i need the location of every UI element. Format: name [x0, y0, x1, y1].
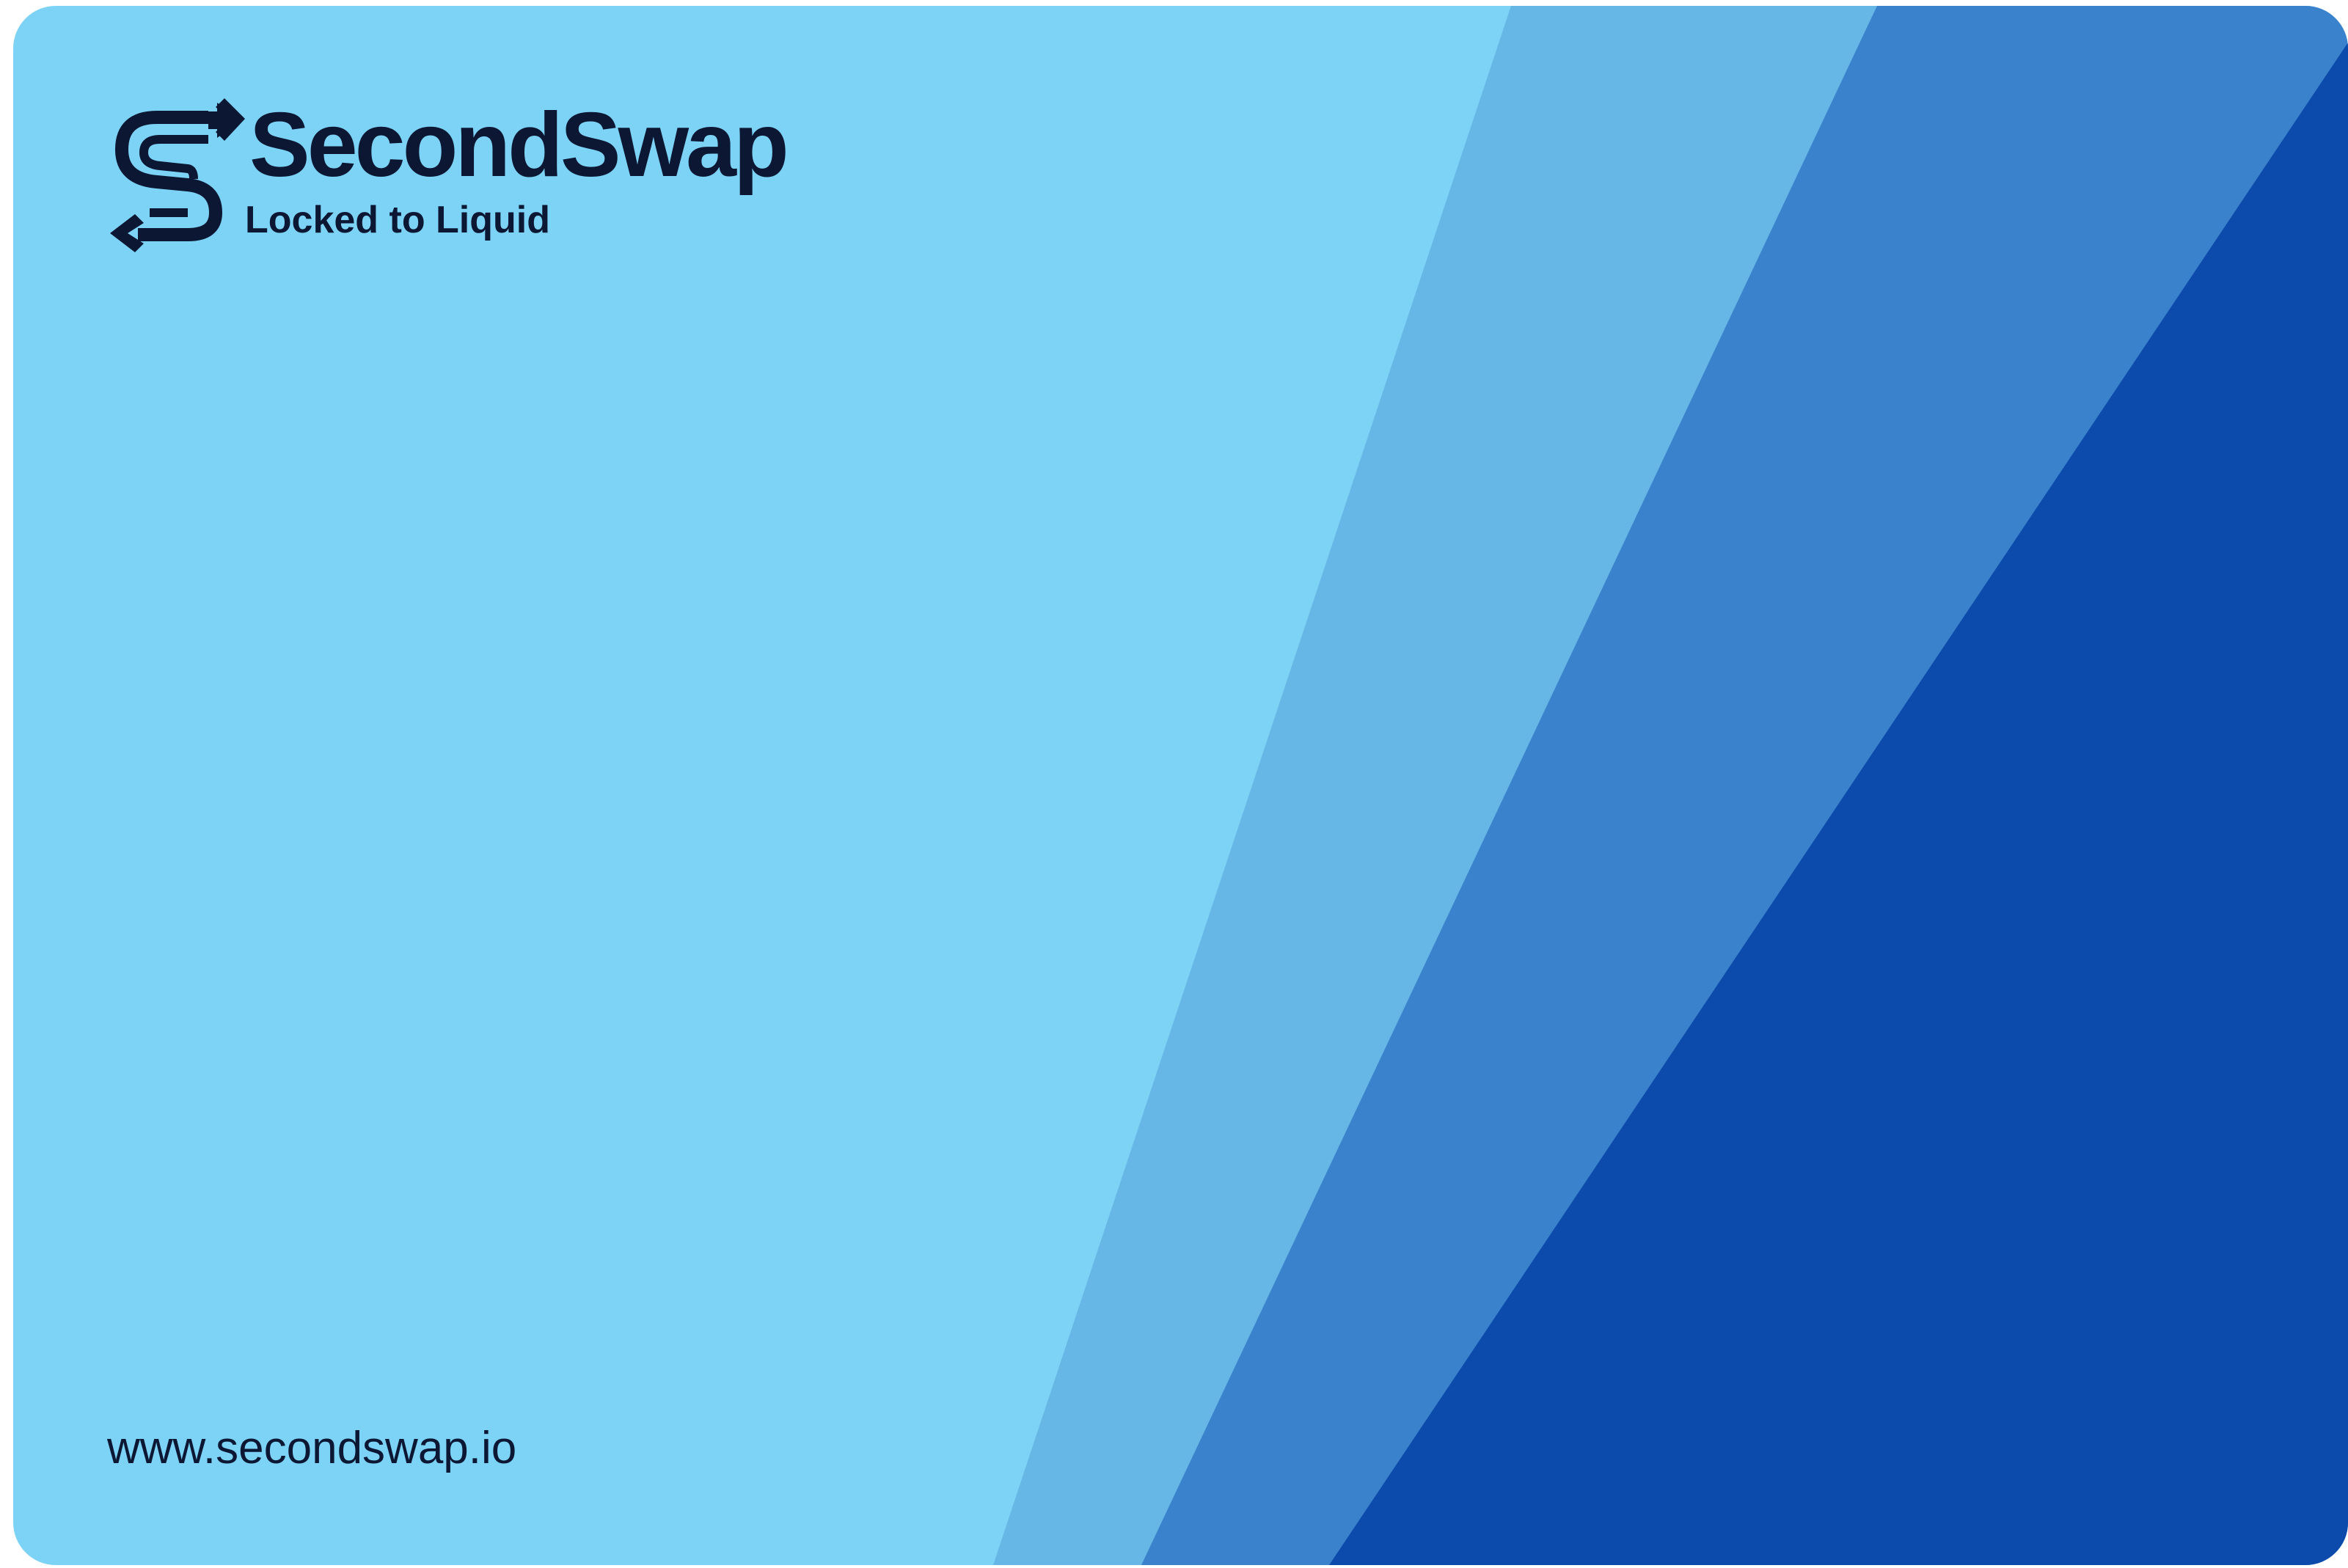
website-url[interactable]: www.secondswap.io	[107, 1426, 516, 1471]
brand-name: SecondSwap	[249, 95, 789, 196]
brand-tagline: Locked to Liquid	[245, 199, 550, 241]
business-card: SecondSwap Locked to Liquid www.secondsw…	[13, 6, 2348, 1565]
s-swap-arrows-icon	[110, 98, 245, 252]
